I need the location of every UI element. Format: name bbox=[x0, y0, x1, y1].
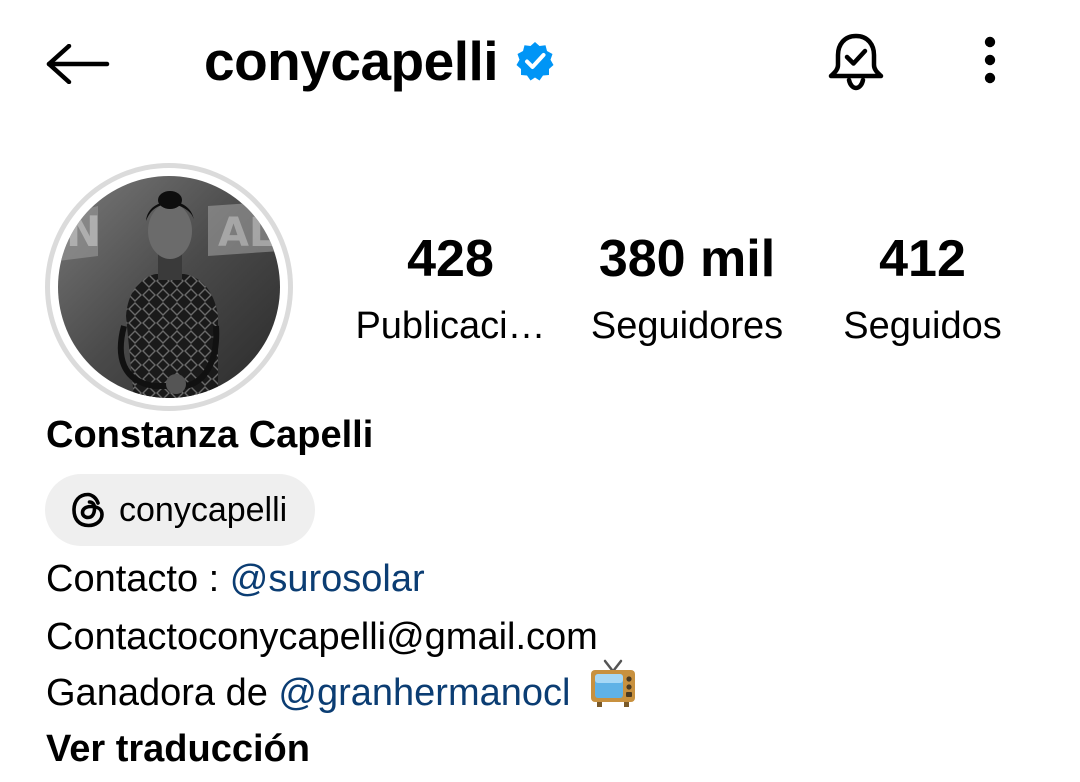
tv-icon bbox=[589, 658, 637, 721]
profile-photo: N AL bbox=[58, 176, 280, 398]
back-button[interactable] bbox=[40, 34, 116, 94]
header-username-group: conycapelli bbox=[204, 26, 556, 96]
mention-link-surosolar[interactable]: @surosolar bbox=[230, 558, 425, 600]
following-label: Seguidos bbox=[843, 305, 1002, 347]
avatar-border: N AL bbox=[50, 168, 288, 406]
following-count: 412 bbox=[879, 230, 966, 288]
followers-count: 380 mil bbox=[598, 230, 776, 288]
verified-badge-icon bbox=[514, 40, 556, 82]
posts-count-stat[interactable]: 428 Publicaci… bbox=[348, 228, 553, 362]
bio-email-text: Contactoconycapelli@gmail.com bbox=[46, 616, 598, 658]
top-navigation-bar: conycapelli bbox=[0, 0, 1080, 125]
threads-username: conycapelli bbox=[119, 491, 288, 529]
bell-check-icon bbox=[828, 33, 884, 91]
more-options-button[interactable] bbox=[962, 30, 1018, 90]
threads-icon bbox=[69, 490, 109, 530]
bio-line-winner: Ganadora de @granhermanocl bbox=[46, 660, 637, 721]
bio-contact-text: Contacto : bbox=[46, 558, 230, 600]
threads-profile-link[interactable]: conycapelli bbox=[45, 474, 316, 546]
profile-full-name: Constanza Capelli bbox=[46, 414, 374, 456]
svg-text:N: N bbox=[66, 207, 101, 256]
posts-label: Publicaci… bbox=[355, 305, 546, 347]
see-translation-link[interactable]: Ver traducción bbox=[46, 724, 310, 774]
profile-avatar[interactable]: N AL bbox=[45, 163, 293, 411]
followers-label: Seguidores bbox=[590, 305, 784, 347]
bio-line-contact: Contacto : @surosolar bbox=[46, 554, 425, 604]
notifications-button[interactable] bbox=[820, 28, 892, 94]
bio-line-email: Contactoconycapelli@gmail.com bbox=[46, 612, 598, 662]
arrow-left-icon bbox=[46, 44, 110, 84]
followers-count-stat[interactable]: 380 mil Seguidores bbox=[577, 228, 797, 362]
svg-text:AL: AL bbox=[218, 210, 274, 256]
mention-link-granhermanocl[interactable]: @granhermanocl bbox=[278, 672, 570, 714]
following-count-stat[interactable]: 412 Seguidos bbox=[830, 228, 1015, 362]
profile-stats: 428 Publicaci… 380 mil Seguidores 412 Se… bbox=[330, 228, 1040, 358]
more-vertical-icon bbox=[984, 36, 996, 84]
header-username: conycapelli bbox=[204, 29, 499, 92]
bio-winner-text: Ganadora de bbox=[46, 672, 279, 714]
posts-count: 428 bbox=[407, 230, 494, 288]
